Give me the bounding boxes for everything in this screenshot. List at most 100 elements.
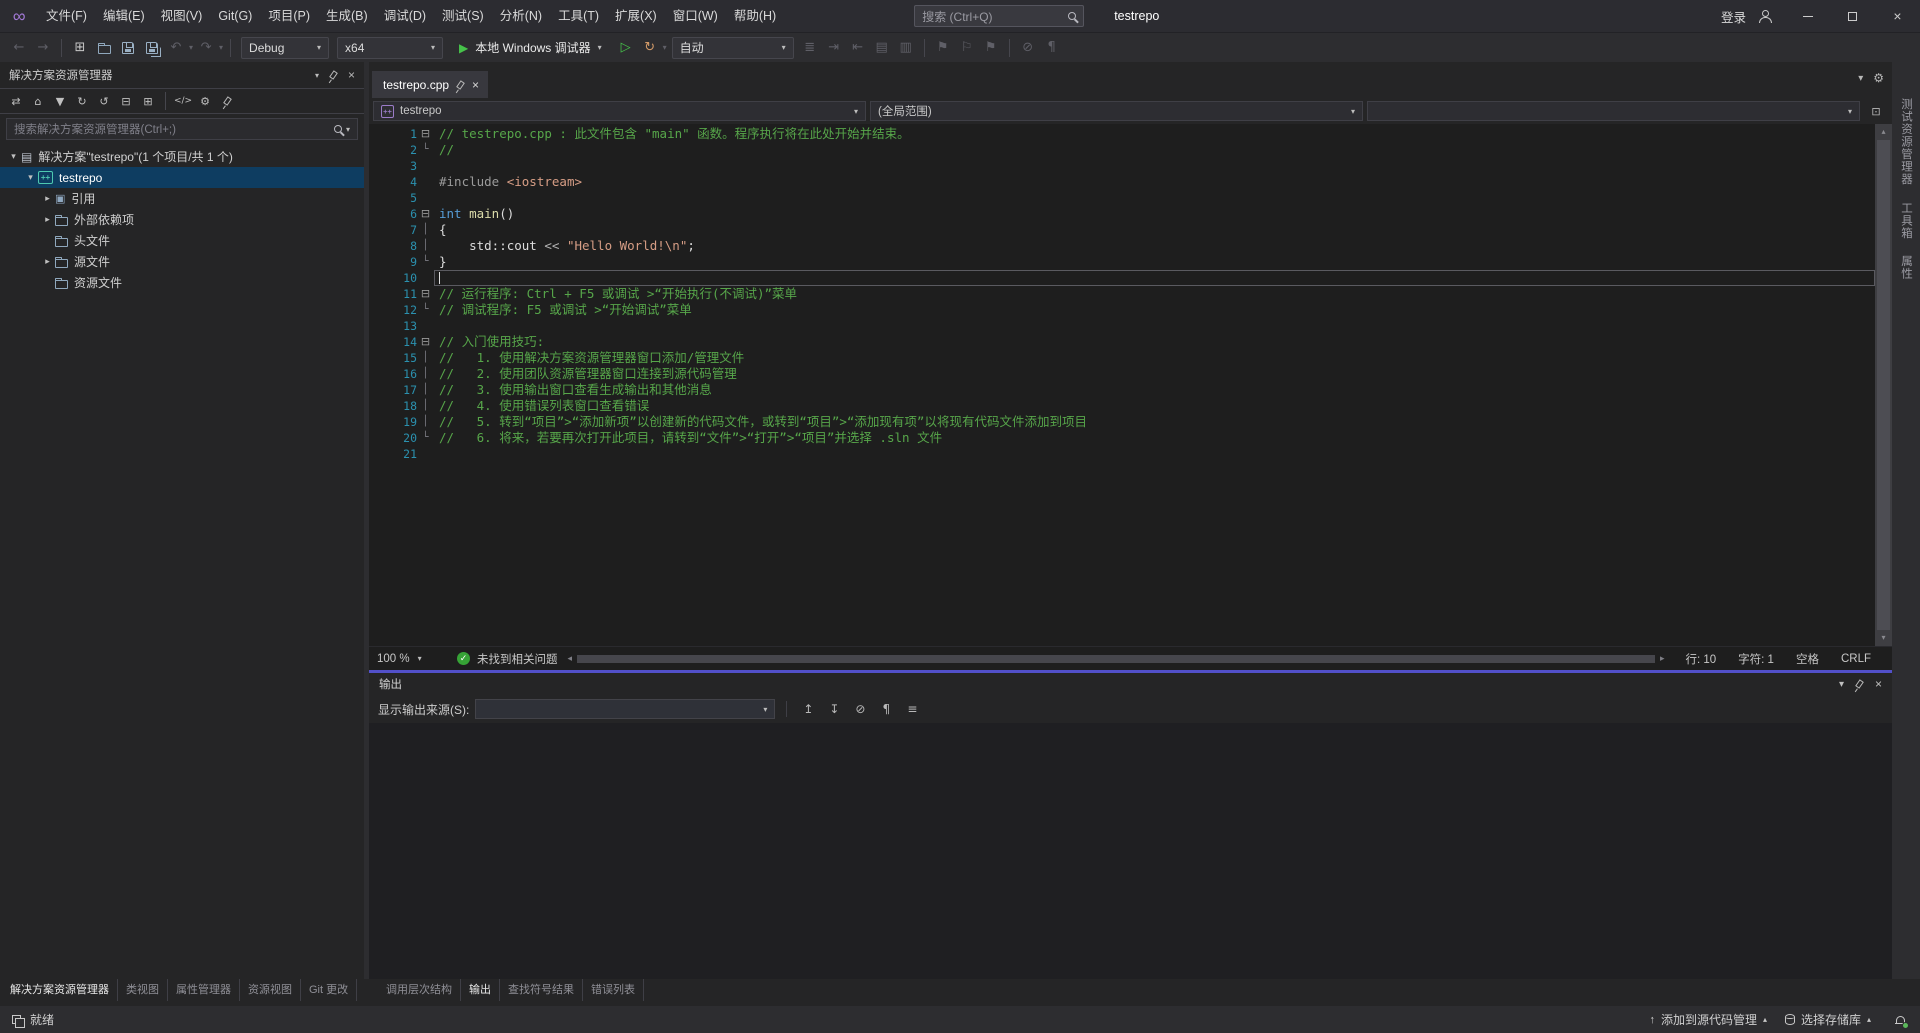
side-tab[interactable]: 工具箱 xyxy=(1898,202,1914,240)
panel-tab[interactable]: 输出 xyxy=(461,979,500,1001)
member-list-icon[interactable]: ≣ xyxy=(799,37,821,59)
line-ending-indicator[interactable]: CRLF xyxy=(1830,653,1882,665)
panel-tab[interactable]: 类视图 xyxy=(118,979,168,1001)
configuration-combo[interactable]: Debug ▾ xyxy=(241,37,329,59)
code-line[interactable]: 12└// 调试程序: F5 或调试 >“开始调试”菜单 xyxy=(369,302,1875,318)
clear-bookmarks-icon[interactable]: ⊘ xyxy=(1017,37,1039,59)
collapse-all-icon[interactable]: ⊟ xyxy=(116,91,136,111)
maximize-button[interactable] xyxy=(1830,0,1875,32)
cursor-line-indicator[interactable]: 行: 10 xyxy=(1674,651,1727,667)
vertical-scrollbar[interactable]: ▴ ▾ xyxy=(1875,124,1892,646)
code-line[interactable]: 10 xyxy=(369,270,1875,286)
save-all-icon[interactable] xyxy=(141,37,163,59)
menu-item[interactable]: 测试(S) xyxy=(434,0,492,32)
notifications-button[interactable] xyxy=(1892,1012,1908,1028)
sync-icon[interactable]: ↻ xyxy=(72,91,92,111)
code-health-check-icon[interactable]: ✓ xyxy=(457,652,470,665)
expander-icon[interactable]: ▾ xyxy=(6,151,21,162)
pin-icon[interactable] xyxy=(217,91,237,111)
tree-item[interactable]: ▾++testrepo xyxy=(0,167,364,188)
tree-item[interactable]: ▸源文件 xyxy=(0,251,364,272)
code-line[interactable]: 11⊟// 运行程序: Ctrl + F5 或调试 >“开始执行(不调试)”菜单 xyxy=(369,286,1875,302)
expander-icon[interactable]: ▾ xyxy=(23,172,38,183)
nav-project-combo[interactable]: ++ testrepo ▾ xyxy=(373,101,866,121)
editor-options-gear-icon[interactable]: ⚙ xyxy=(1873,71,1884,85)
menu-item[interactable]: 调试(D) xyxy=(376,0,434,32)
fold-collapse-icon[interactable]: ⊟ xyxy=(417,126,434,142)
close-icon[interactable]: × xyxy=(348,68,355,82)
menu-item[interactable]: 分析(N) xyxy=(492,0,550,32)
hot-reload-icon[interactable]: ↻ xyxy=(639,37,661,59)
code-line[interactable]: 20└// 6. 将来，若要再次打开此项目，请转到“文件”>“打开”>“项目”并… xyxy=(369,430,1875,446)
scroll-right-icon[interactable]: ▸ xyxy=(1660,653,1665,664)
output-content[interactable] xyxy=(369,723,1892,979)
expander-icon[interactable]: ▸ xyxy=(40,214,55,225)
code-line[interactable]: 4#include <iostream> xyxy=(369,174,1875,190)
user-account-icon[interactable] xyxy=(1758,10,1771,23)
menu-item[interactable]: 生成(B) xyxy=(318,0,376,32)
expander-icon[interactable]: ▸ xyxy=(40,193,55,204)
window-position-icon[interactable]: ▾ xyxy=(315,71,319,80)
platform-combo[interactable]: x64 ▾ xyxy=(337,37,443,59)
cursor-char-indicator[interactable]: 字符: 1 xyxy=(1727,651,1785,667)
goto-previous-message-icon[interactable]: ↥ xyxy=(798,699,818,719)
refresh-icon[interactable]: ↺ xyxy=(94,91,114,111)
side-tab[interactable]: 属性 xyxy=(1898,255,1914,280)
quick-search-box[interactable]: 搜索 (Ctrl+Q) xyxy=(914,5,1084,27)
close-icon[interactable]: × xyxy=(1875,677,1882,691)
toggle-bookmark-icon[interactable]: ⚑ xyxy=(932,37,954,59)
menu-item[interactable]: 编辑(E) xyxy=(95,0,153,32)
active-files-dropdown-icon[interactable]: ▾ xyxy=(1858,73,1863,84)
previous-bookmark-icon[interactable]: ⚐ xyxy=(956,37,978,59)
tree-item[interactable]: ▸外部依赖项 xyxy=(0,209,364,230)
close-icon[interactable]: × xyxy=(472,78,479,92)
tree-item[interactable]: ▸▣引用 xyxy=(0,188,364,209)
code-line[interactable]: 7│{ xyxy=(369,222,1875,238)
clear-all-icon[interactable]: ⊘ xyxy=(850,699,870,719)
menu-item[interactable]: 扩展(X) xyxy=(607,0,665,32)
indent-icon[interactable]: ⇥ xyxy=(823,37,845,59)
open-file-icon[interactable] xyxy=(93,37,115,59)
uncomment-icon[interactable]: ▥ xyxy=(895,37,917,59)
visual-studio-logo-icon[interactable]: ∞ xyxy=(0,0,38,32)
goto-next-message-icon[interactable]: ↧ xyxy=(824,699,844,719)
menu-item[interactable]: Git(G) xyxy=(210,0,260,32)
undo-icon[interactable]: ↶ xyxy=(165,37,187,59)
fold-collapse-icon[interactable]: ⊟ xyxy=(417,206,434,222)
code-line[interactable]: 9└} xyxy=(369,254,1875,270)
filter-icon[interactable]: ▼ xyxy=(50,91,70,111)
start-debugging-button[interactable]: ▶ 本地 Windows 调试器 ▾ xyxy=(451,36,610,60)
menu-item[interactable]: 项目(P) xyxy=(260,0,318,32)
scroll-down-icon[interactable]: ▾ xyxy=(1875,630,1892,646)
pin-icon[interactable] xyxy=(456,80,465,89)
menu-item[interactable]: 工具(T) xyxy=(550,0,607,32)
code-line[interactable]: 17│// 3. 使用输出窗口查看生成输出和其他消息 xyxy=(369,382,1875,398)
sign-in-button[interactable]: 登录 xyxy=(1721,7,1746,26)
add-to-source-control-button[interactable]: ↑ 添加到源代码管理 ▴ xyxy=(1640,1011,1776,1028)
preview-code-icon[interactable]: </> xyxy=(173,91,193,111)
code-line[interactable]: 15│// 1. 使用解决方案资源管理器窗口添加/管理文件 xyxy=(369,350,1875,366)
window-position-icon[interactable]: ▾ xyxy=(1839,679,1844,690)
scrollbar-thumb[interactable] xyxy=(577,655,1655,663)
document-tab[interactable]: testrepo.cpp × xyxy=(372,71,488,98)
comment-icon[interactable]: ▤ xyxy=(871,37,893,59)
zoom-combo[interactable]: 100 % ▾ xyxy=(377,653,443,665)
show-all-files-icon[interactable]: ⊞ xyxy=(138,91,158,111)
code-line[interactable]: 6⊟int main() xyxy=(369,206,1875,222)
next-bookmark-icon[interactable]: ⚑ xyxy=(980,37,1002,59)
menu-item[interactable]: 文件(F) xyxy=(38,0,95,32)
minimize-button[interactable] xyxy=(1785,0,1830,32)
tree-item[interactable]: 头文件 xyxy=(0,230,364,251)
save-icon[interactable] xyxy=(117,37,139,59)
properties-icon[interactable]: ⚙ xyxy=(195,91,215,111)
redo-dropdown-icon[interactable]: ▾ xyxy=(219,43,223,52)
tree-item[interactable]: ▾▤解决方案"testrepo"(1 个项目/共 1 个) xyxy=(0,146,364,167)
code-line[interactable]: 21 xyxy=(369,446,1875,462)
autoscroll-icon[interactable]: ≡ xyxy=(902,699,922,719)
code-line[interactable]: 5 xyxy=(369,190,1875,206)
menu-item[interactable]: 视图(V) xyxy=(153,0,211,32)
navigate-forward-icon[interactable]: → xyxy=(32,37,54,59)
panel-tab[interactable]: 查找符号结果 xyxy=(500,979,583,1001)
menu-item[interactable]: 帮助(H) xyxy=(726,0,784,32)
code-line[interactable]: 13 xyxy=(369,318,1875,334)
